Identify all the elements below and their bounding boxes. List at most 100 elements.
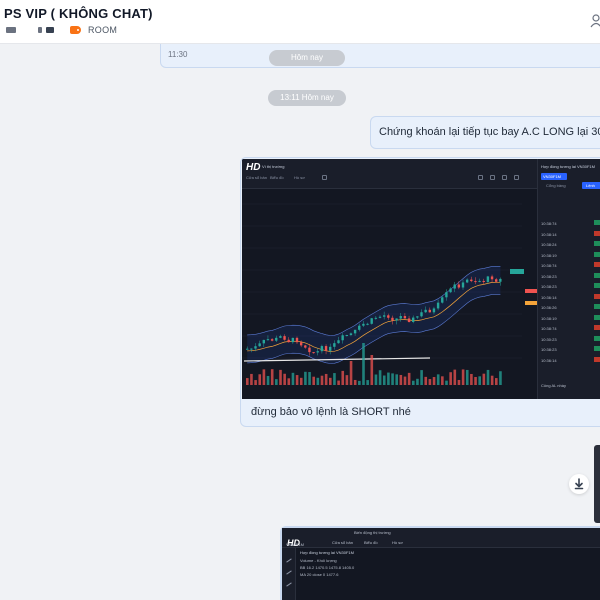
line-tool-icon[interactable]	[286, 558, 292, 563]
toolbar-item: Biểu đồ	[270, 175, 284, 180]
hd-logo: HD	[246, 162, 261, 173]
candle	[287, 339, 290, 343]
volume-bar	[324, 373, 328, 385]
volume-bar	[374, 374, 378, 385]
candle	[436, 302, 440, 309]
side-scroll-handle[interactable]	[594, 445, 600, 523]
panel-row-bar	[594, 251, 600, 257]
image-message-card: HD Ví thị trường Cửa sổ bản Biểu đồ Hồ s…	[240, 157, 600, 427]
volume-bar	[441, 376, 444, 385]
candle	[254, 346, 257, 349]
volume-bar	[250, 373, 253, 385]
candle	[312, 352, 315, 354]
panel-row-time: 10:38:19	[541, 315, 557, 321]
top-bar-item: Biến động thị trường	[354, 530, 391, 535]
volume-bar	[258, 374, 262, 385]
candle	[457, 284, 461, 288]
toolbar-item: Biểu đồ	[364, 540, 378, 545]
volume-bar	[403, 376, 407, 385]
download-icon	[574, 478, 584, 490]
symbol-selector[interactable]: VN30F1M	[541, 173, 567, 180]
volume-bar	[341, 370, 345, 385]
candle	[428, 309, 431, 313]
candle	[308, 347, 311, 353]
candle	[495, 279, 498, 282]
indicator-volume: Volume - Khối lượng	[300, 558, 337, 563]
volume-bar	[349, 361, 353, 385]
candle	[470, 279, 473, 282]
line-tool-icon[interactable]	[286, 582, 292, 587]
panel-row-bar	[594, 335, 600, 341]
volume-bar	[416, 378, 419, 385]
redacted-block	[6, 27, 16, 33]
chat-title: PS VIP ( KHÔNG CHAT)	[4, 6, 153, 21]
candle	[490, 276, 494, 280]
volume-bar	[345, 375, 349, 385]
panel-row-time: 10:38:74	[541, 263, 557, 268]
candlestick-chart	[242, 203, 537, 385]
toolbar-icon	[502, 175, 507, 180]
order-book-panel: Hợp đồng tương lai VN30F1M VN30F1M Cổng …	[537, 159, 600, 399]
chart-screenshot-image[interactable]: HD Ví thị trường Cửa sổ bản Biểu đồ Hồ s…	[242, 159, 600, 399]
volume-bar	[474, 376, 477, 385]
volume-bar	[358, 380, 361, 385]
volume-bar	[366, 380, 369, 385]
candle	[349, 333, 353, 336]
panel-row-bar	[594, 346, 600, 351]
candle	[262, 339, 265, 344]
date-divider-pill: Hôm nay	[269, 50, 345, 66]
volume-bar	[308, 372, 311, 385]
volume-bar	[412, 380, 415, 385]
candle	[283, 336, 286, 340]
toolbar-item: Hồ sơ	[294, 175, 305, 180]
panel-row-time: 10:38:74	[541, 326, 557, 331]
panel-row-bar	[594, 293, 600, 299]
chat-header: PS VIP ( KHÔNG CHAT) ROOM	[0, 0, 600, 44]
candle	[482, 280, 485, 282]
panel-tab[interactable]: Lệnh	[586, 183, 595, 188]
candle	[378, 316, 382, 318]
candle	[387, 315, 390, 318]
candle	[324, 346, 328, 351]
drawing-toolbar	[282, 548, 296, 600]
candle	[412, 317, 415, 322]
candle	[299, 342, 303, 346]
volume-bar	[316, 377, 320, 385]
indicator-ma: MA 20 close 0 1477.6	[300, 572, 339, 577]
candle	[266, 339, 270, 341]
candle	[407, 318, 411, 322]
volume-bar	[299, 377, 303, 385]
volume-bar	[420, 370, 423, 385]
panel-row-bar	[594, 220, 600, 225]
panel-row-time: 10:38:14	[541, 231, 557, 237]
panel-row-bar	[594, 230, 600, 236]
room-tag-icon	[70, 26, 81, 34]
candle	[465, 279, 469, 283]
volume-bar	[436, 374, 440, 385]
panel-row-time: 10:38:24	[541, 242, 557, 247]
toolbar-icon	[322, 175, 327, 180]
line-tool-icon[interactable]	[286, 570, 292, 575]
members-icon[interactable]	[590, 14, 600, 28]
chart-toolbar-2: HD Cửa sổ bản Biểu đồ Hồ sơ	[282, 536, 600, 548]
candle	[345, 335, 348, 337]
price-tag	[525, 301, 537, 305]
candle	[424, 309, 427, 313]
volume-bar	[378, 370, 382, 385]
candle	[279, 336, 282, 338]
candle	[358, 325, 361, 330]
volume-bar	[262, 369, 266, 385]
candle	[362, 323, 365, 326]
panel-row-time: 10:36:26	[541, 305, 557, 310]
panel-row-time: 10:38:19	[541, 252, 557, 258]
chart-screenshot-image-2[interactable]: Biến động thị trường HD Cửa sổ bản Biểu …	[282, 528, 600, 600]
candle	[445, 292, 448, 298]
candle	[353, 329, 357, 334]
panel-tab[interactable]: Cổng bảng	[546, 183, 566, 188]
volume-bar	[266, 375, 270, 385]
volume-bar	[399, 374, 403, 385]
candle	[329, 346, 332, 351]
download-button[interactable]	[569, 474, 589, 494]
candle	[275, 337, 278, 341]
chat-subtitle: ROOM	[6, 25, 117, 35]
